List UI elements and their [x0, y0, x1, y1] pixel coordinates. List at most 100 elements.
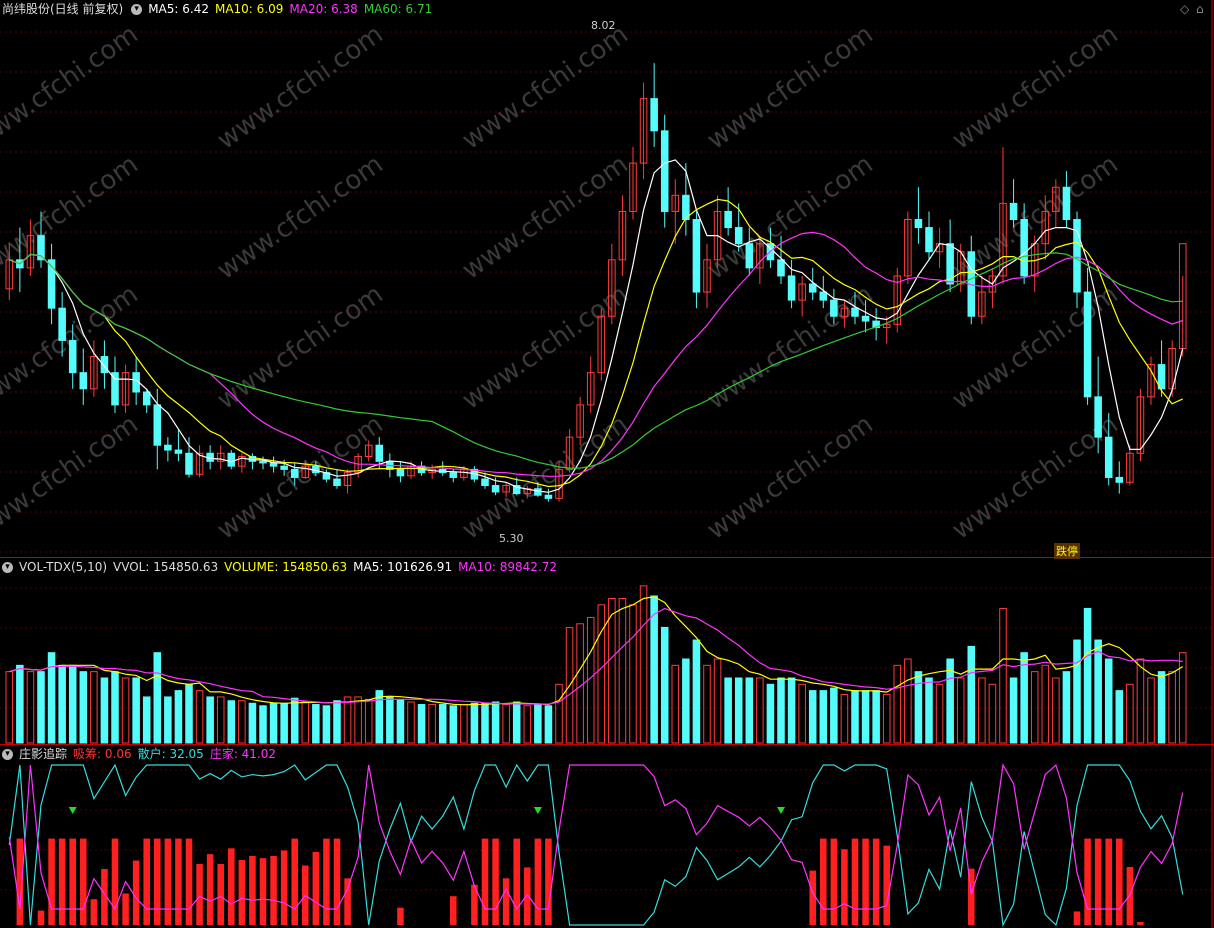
vol-ma5-label: MA5: 101626.91: [353, 560, 453, 574]
xichou-bar: [481, 838, 489, 925]
xichou-bar: [450, 896, 457, 925]
volume-bar: [269, 702, 278, 744]
volume-bar: [481, 702, 489, 744]
volume-header: ▾ VOL-TDX(5,10) VVOL: 154850.63 VOLUME: 154…: [0, 558, 563, 576]
volume-bar: [1147, 677, 1155, 744]
volume-bar: [544, 705, 553, 744]
volume-bar: [523, 705, 532, 744]
xichou-bar: [270, 855, 277, 925]
candle-body: [851, 307, 859, 317]
vol-ma10-label: MA10: 89842.72: [458, 560, 558, 574]
zy-chart[interactable]: [0, 745, 1214, 928]
watermark: www.cfchi.com: [702, 19, 879, 155]
candle-body: [1115, 476, 1124, 483]
volume-bar: [914, 671, 923, 744]
watermark: www.cfchi.com: [457, 409, 634, 545]
watermark: www.cfchi.com: [947, 19, 1124, 155]
volume-bar: [259, 705, 267, 744]
volume-bar: [1126, 683, 1134, 744]
volume-bar: [819, 690, 828, 744]
xichou-bar: [58, 838, 66, 925]
xichou-bar: [312, 851, 320, 925]
xichou-bar: [862, 838, 869, 925]
price-chart[interactable]: www.cfchi.com www.cfchi.com www.cfchi.com w…: [0, 0, 1214, 557]
candle-body: [1094, 396, 1102, 438]
zy-header: ▾ 庄影追踪 吸筹: 0.06 散户: 32.05 庄家: 41.02: [0, 745, 282, 763]
candle-body: [1157, 364, 1166, 390]
xichou-bar: [143, 838, 150, 925]
candle-body: [79, 372, 88, 390]
candle-body: [153, 404, 162, 446]
volume-bar: [745, 677, 754, 744]
volume-bar: [893, 664, 902, 744]
xichou-bar: [175, 838, 182, 925]
volume-bar: [37, 671, 45, 744]
zy-panel[interactable]: ▾ 庄影追踪 吸筹: 0.06 散户: 32.05 庄家: 41.02: [0, 745, 1214, 928]
zy-menu-icon[interactable]: ▾: [2, 749, 13, 760]
volume-bar: [90, 671, 98, 744]
candle-body: [544, 494, 553, 499]
volume-menu-icon[interactable]: ▾: [2, 562, 13, 573]
indicator-menu-icon[interactable]: ▾: [131, 4, 143, 15]
candle-body: [534, 488, 542, 496]
low-price-label: 5.30: [499, 532, 524, 545]
volume-bar: [1030, 671, 1039, 744]
signal-triangle: [777, 807, 785, 814]
volume-bar: [79, 671, 88, 744]
volume-panel[interactable]: ▾ VOL-TDX(5,10) VVOL: 154850.63 VOLUME: 154…: [0, 558, 1214, 744]
xichou-bar: [1084, 838, 1091, 925]
xichou-bar: [185, 838, 193, 925]
volume-bar: [111, 671, 119, 744]
candle-body: [745, 243, 754, 269]
volume-bar: [872, 690, 880, 744]
xichou-bar: [809, 870, 816, 925]
volume-bar: [238, 700, 246, 744]
watermark: www.cfchi.com: [212, 149, 389, 285]
candle-body: [449, 472, 458, 478]
candle-body: [787, 275, 796, 301]
volume-bar: [512, 701, 521, 744]
xichou-bar: [259, 858, 267, 925]
xichou-bar: [111, 838, 119, 925]
xichou-bar: [513, 838, 520, 925]
xichou-bar: [196, 863, 203, 925]
volume-bar: [608, 598, 616, 744]
xichou-bar: [344, 878, 351, 925]
volume-bar: [502, 704, 510, 744]
diamond-icon[interactable]: ◇: [1180, 2, 1189, 16]
ma60-label: MA60: 6.71: [363, 2, 433, 16]
watermark: www.cfchi.com: [0, 19, 144, 155]
xichou-bar: [397, 907, 404, 925]
xichou-bar: [1116, 838, 1123, 925]
price-panel[interactable]: www.cfchi.com www.cfchi.com www.cfchi.com w…: [0, 0, 1214, 559]
candle-body: [290, 468, 299, 478]
xichou-bar: [249, 855, 256, 925]
volume-bar: [460, 704, 468, 744]
xichou-bar: [524, 867, 531, 925]
volume-chart[interactable]: [0, 558, 1214, 744]
volume-bar: [756, 677, 764, 744]
volume-bar: [639, 585, 648, 744]
candle-body: [808, 283, 817, 293]
volume-bar: [216, 696, 225, 744]
candle-body: [1062, 186, 1071, 221]
candle-body: [650, 98, 658, 132]
volume-bar: [734, 677, 743, 744]
volume-bar: [26, 671, 35, 744]
volume-bar: [58, 664, 66, 744]
xichou-bar: [545, 838, 552, 925]
volume-bar: [1020, 652, 1028, 744]
xichou-bar: [1094, 838, 1102, 925]
volume-bar: [227, 700, 236, 744]
watermark: www.cfchi.com: [457, 279, 634, 415]
xichou-bar: [1137, 922, 1144, 925]
volume-bar: [798, 683, 806, 744]
volume-bar: [851, 690, 859, 744]
volume-bar: [999, 607, 1007, 744]
ma10-label: MA10: 6.09: [214, 2, 284, 16]
volume-bar: [576, 623, 584, 744]
xichou-bar: [323, 838, 330, 925]
zhuangjia-line: [8, 763, 1184, 911]
xichou-bar: [280, 850, 288, 925]
settings-icon[interactable]: ⌂: [1196, 2, 1204, 16]
